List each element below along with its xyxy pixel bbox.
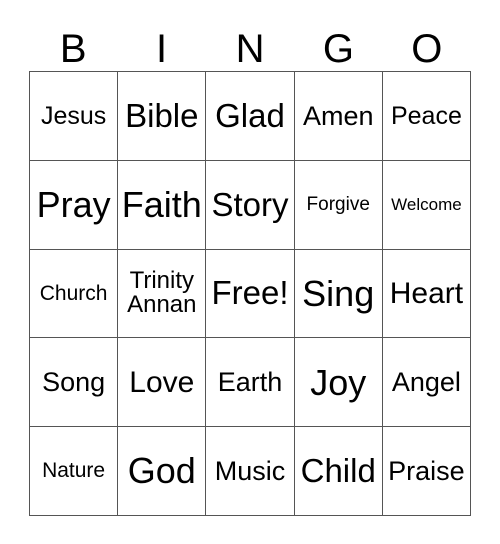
bingo-cell-label: Earth (217, 367, 283, 398)
bingo-grid: Jesus Bible Glad Amen Peace Pray Faith Story For… (29, 71, 472, 516)
header-letter-i: I (117, 14, 205, 71)
bingo-cell-b-3-church[interactable]: Church (30, 249, 119, 339)
bingo-cell-label: Free! (211, 274, 289, 312)
bingo-cell-n-4-earth[interactable]: Earth (206, 338, 295, 428)
bingo-card: B I N G O Jesus Bible Glad Amen Peace Pray Fai… (0, 0, 500, 544)
bingo-cell-n-2-story[interactable]: Story (206, 160, 295, 250)
bingo-cell-o-2-welcome[interactable]: Welcome (382, 160, 472, 250)
bingo-header: B I N G O (29, 14, 471, 71)
bingo-cell-b-1-jesus[interactable]: Jesus (30, 72, 119, 161)
bingo-cell-n-3-free[interactable]: Free! (206, 249, 295, 339)
bingo-row: Jesus Bible Glad Amen Peace (30, 72, 472, 161)
bingo-cell-label: Angel (391, 367, 461, 398)
header-letter-o-text: O (411, 27, 443, 71)
bingo-cell-label: Faith (121, 183, 202, 225)
bingo-cell-label: Amen (302, 100, 374, 131)
bingo-cell-i-3-trinity-annan[interactable]: Trinity Annan (118, 249, 207, 339)
bingo-row: Pray Faith Story Forgive Welcome (30, 160, 472, 250)
header-letter-i-text: I (156, 27, 168, 71)
bingo-cell-i-1-bible[interactable]: Bible (118, 72, 207, 161)
bingo-cell-g-2-forgive[interactable]: Forgive (294, 160, 383, 250)
bingo-cell-o-1-peace[interactable]: Peace (382, 72, 472, 161)
bingo-cell-label: Forgive (306, 193, 370, 215)
bingo-cell-label: Welcome (391, 194, 462, 214)
header-letter-n-text: N (235, 27, 265, 71)
bingo-cell-label: Story (211, 185, 289, 223)
header-letter-o: O (383, 14, 471, 71)
bingo-cell-o-3-heart[interactable]: Heart (382, 249, 472, 339)
bingo-cell-label: Child (300, 451, 376, 489)
bingo-cell-label: Song (42, 367, 106, 398)
bingo-cell-n-5-music[interactable]: Music (206, 427, 295, 516)
bingo-cell-label: Jesus (40, 101, 107, 130)
header-letter-g: G (294, 14, 382, 71)
bingo-cell-label: Peace (390, 101, 462, 130)
bingo-cell-label: Music (214, 456, 286, 487)
bingo-cell-b-2-pray[interactable]: Pray (30, 160, 119, 250)
bingo-cell-g-4-joy[interactable]: Joy (294, 338, 383, 428)
header-letter-n: N (206, 14, 294, 71)
bingo-cell-n-1-glad[interactable]: Glad (206, 72, 295, 161)
bingo-cell-label: Sing (302, 272, 375, 314)
bingo-cell-label: Nature (42, 459, 106, 483)
bingo-cell-label: Church (39, 281, 108, 305)
bingo-cell-i-4-love[interactable]: Love (118, 338, 207, 428)
bingo-cell-b-5-nature[interactable]: Nature (30, 427, 119, 516)
header-letter-b: B (29, 14, 117, 71)
bingo-cell-label: Glad (215, 96, 285, 134)
header-letter-g-text: G (322, 27, 354, 71)
bingo-cell-i-5-god[interactable]: God (118, 427, 207, 516)
bingo-cell-label: Trinity Annan (127, 266, 197, 319)
bingo-cell-label: Love (129, 365, 195, 399)
bingo-cell-label: Pray (36, 183, 111, 225)
header-letter-b-text: B (59, 27, 87, 71)
bingo-cell-g-3-sing[interactable]: Sing (294, 249, 383, 339)
bingo-cell-o-4-angel[interactable]: Angel (382, 338, 472, 428)
bingo-cell-label: Bible (125, 96, 199, 134)
bingo-row: Song Love Earth Joy Angel (30, 338, 472, 428)
bingo-cell-g-1-amen[interactable]: Amen (294, 72, 383, 161)
bingo-cell-label: Joy (310, 361, 367, 403)
bingo-row: Church Trinity Annan Free! Sing Heart (30, 249, 472, 339)
bingo-cell-g-5-child[interactable]: Child (294, 427, 383, 516)
bingo-cell-o-5-praise[interactable]: Praise (382, 427, 472, 516)
bingo-cell-i-2-faith[interactable]: Faith (118, 160, 207, 250)
bingo-cell-label: Praise (388, 456, 465, 487)
bingo-cell-label: God (127, 450, 196, 492)
bingo-cell-b-4-song[interactable]: Song (30, 338, 119, 428)
bingo-cell-label: Heart (389, 276, 464, 310)
bingo-row: Nature God Music Child Praise (30, 427, 472, 516)
